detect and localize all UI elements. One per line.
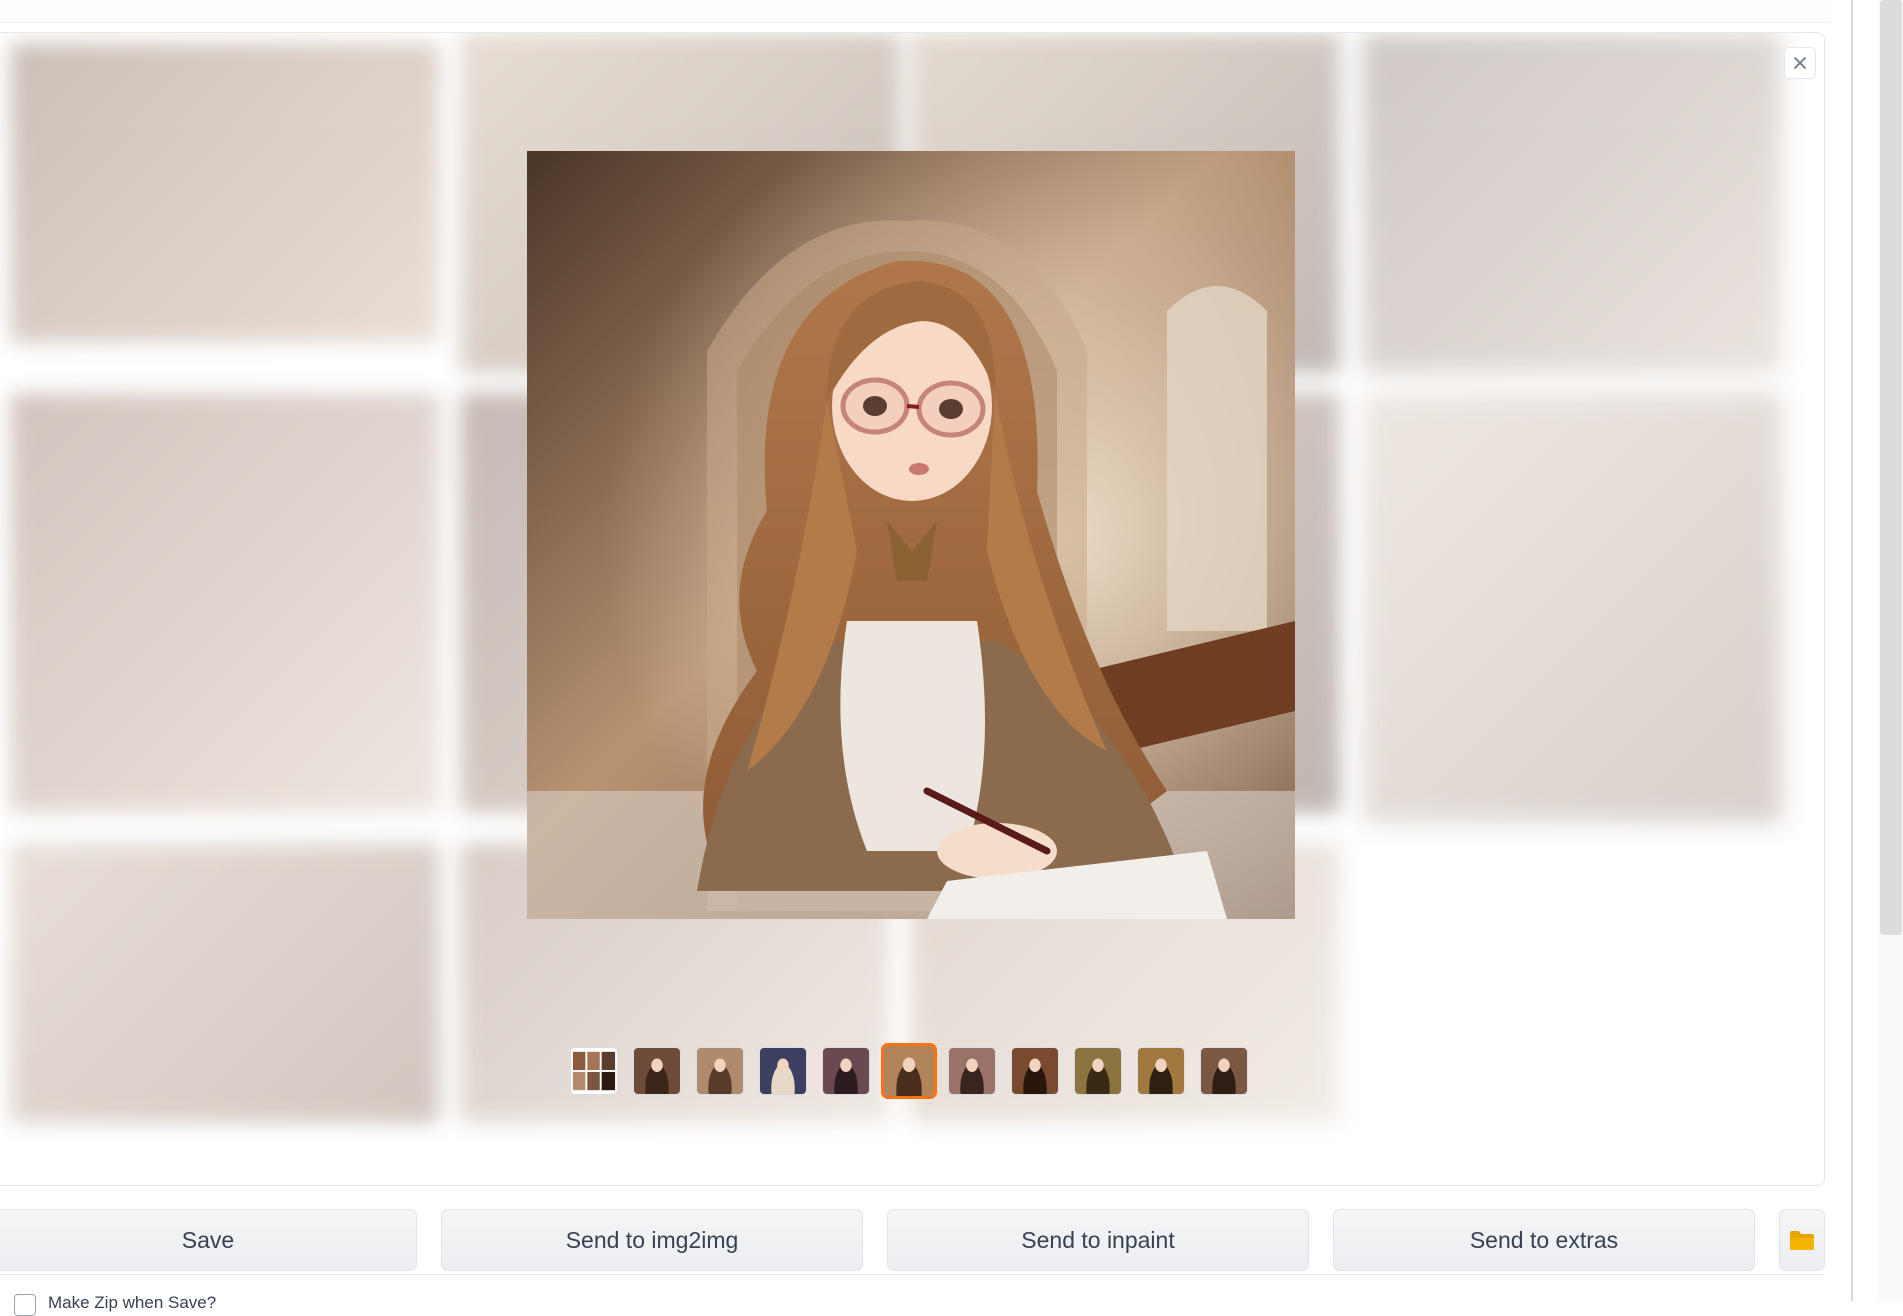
thumbnail[interactable] — [822, 1047, 870, 1095]
action-buttons-row: Save Send to img2img Send to inpaint Sen… — [0, 1209, 1903, 1273]
thumbnail[interactable] — [570, 1047, 618, 1095]
content-divider — [1851, 0, 1853, 1301]
thumbnail[interactable] — [1011, 1047, 1059, 1095]
thumbnail[interactable] — [633, 1047, 681, 1095]
thumbnail[interactable] — [759, 1047, 807, 1095]
gallery-lightbox — [0, 32, 1825, 1186]
thumbnail[interactable] — [1200, 1047, 1248, 1095]
scrollbar-thumb[interactable] — [1880, 0, 1902, 935]
thumbnail[interactable] — [1137, 1047, 1185, 1095]
make-zip-checkbox[interactable] — [14, 1294, 36, 1316]
thumbnail[interactable] — [948, 1047, 996, 1095]
top-strip — [0, 0, 1830, 23]
folder-icon — [1790, 1231, 1814, 1250]
preview-image[interactable] — [527, 151, 1295, 919]
send-to-img2img-button[interactable]: Send to img2img — [441, 1209, 863, 1271]
send-to-extras-button[interactable]: Send to extras — [1333, 1209, 1755, 1271]
thumbnail[interactable] — [1074, 1047, 1122, 1095]
thumbnail-selected[interactable] — [881, 1043, 937, 1099]
options-row: Make Zip when Save? — [0, 1274, 1824, 1316]
close-icon — [1794, 57, 1806, 69]
make-zip-label: Make Zip when Save? — [48, 1293, 217, 1312]
close-button[interactable] — [1784, 47, 1816, 79]
save-button[interactable]: Save — [0, 1209, 417, 1271]
blurred-gallery-grid-right — [1352, 33, 1792, 833]
open-folder-button[interactable] — [1779, 1209, 1825, 1271]
send-to-inpaint-button[interactable]: Send to inpaint — [887, 1209, 1309, 1271]
thumbnail[interactable] — [696, 1047, 744, 1095]
